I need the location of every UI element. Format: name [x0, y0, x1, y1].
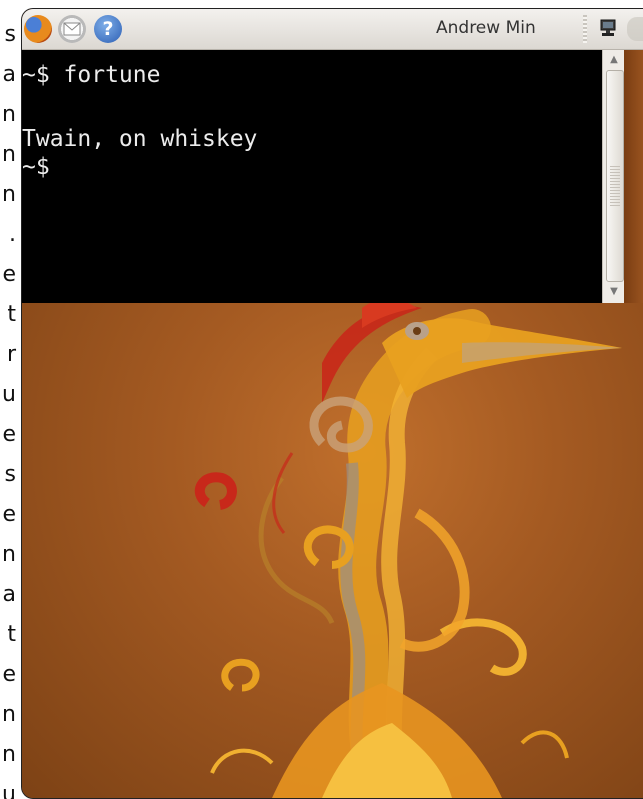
article-line: n [2, 542, 16, 567]
network-icon[interactable] [598, 18, 618, 38]
article-line: e [2, 262, 16, 287]
article-line: t [7, 302, 16, 327]
panel-separator [583, 15, 587, 43]
article-line: a [2, 582, 16, 607]
envelope-glyph [63, 22, 81, 36]
user-switcher-name[interactable]: Andrew Min [436, 18, 536, 38]
article-line: n [2, 702, 16, 727]
article-line: n [2, 742, 16, 767]
article-line: a [2, 62, 16, 87]
article-line: n [2, 102, 16, 127]
heron-artwork [194, 303, 622, 798]
article-line: u [2, 382, 16, 407]
article-line: e [2, 662, 16, 687]
top-panel: ? Andrew Min [22, 9, 643, 50]
desktop-edge [624, 50, 643, 303]
mail-icon[interactable] [58, 15, 86, 43]
article-text-column: s a n n n . e t r u e s e n a t e n n u [0, 0, 20, 799]
help-icon[interactable]: ? [94, 15, 122, 43]
article-line: . [9, 222, 16, 247]
scroll-up-icon[interactable]: ▲ [605, 52, 623, 68]
terminal-line: Twain, on whiskey [22, 126, 258, 152]
desktop-wallpaper [22, 303, 643, 798]
article-line: n [2, 182, 16, 207]
article-line: s [4, 22, 16, 47]
desktop-screenshot: ? Andrew Min ~$ fortune Twain, on whiske… [21, 8, 643, 799]
help-glyph: ? [102, 18, 114, 40]
article-line: t [7, 622, 16, 647]
panel-applet-edge [627, 17, 643, 41]
terminal-line: ~$ fortune [22, 62, 161, 88]
article-line: e [2, 422, 16, 447]
scrollbar-thumb[interactable] [606, 70, 624, 282]
article-line: r [6, 342, 16, 367]
article-line: s [4, 462, 16, 487]
terminal-scrollbar[interactable]: ▲ ▼ [602, 50, 625, 303]
scroll-down-icon[interactable]: ▼ [605, 284, 623, 300]
article-line: u [2, 782, 16, 799]
terminal-window[interactable]: ~$ fortune Twain, on whiskey ~$ [22, 50, 602, 303]
terminal-line: ~$ [22, 154, 50, 180]
article-line: n [2, 142, 16, 167]
grip-icon [610, 166, 620, 206]
firefox-icon[interactable] [24, 15, 52, 43]
article-line: e [2, 502, 16, 527]
